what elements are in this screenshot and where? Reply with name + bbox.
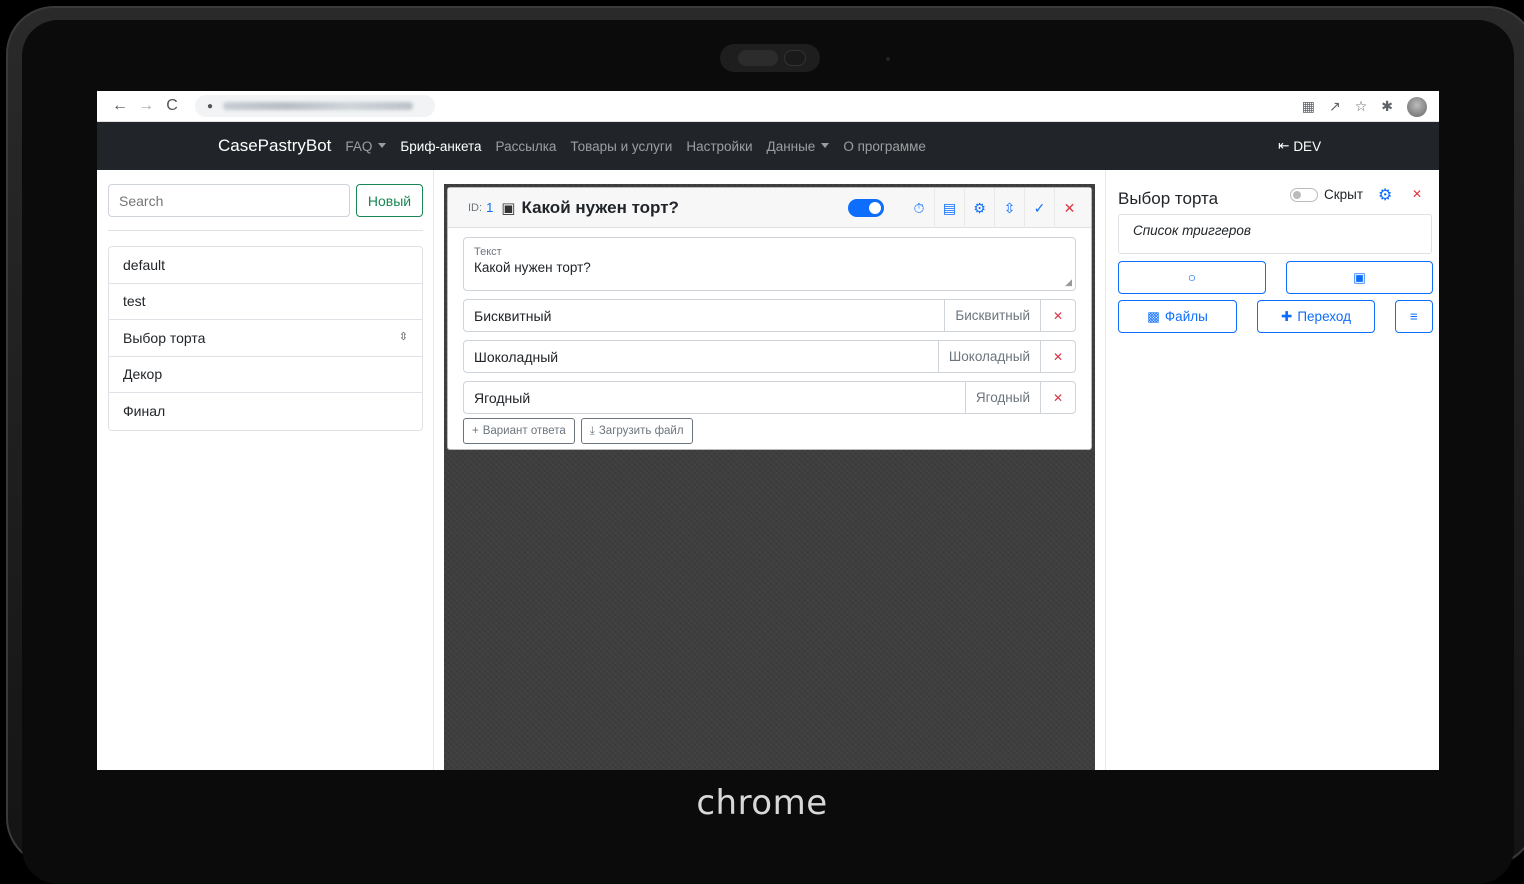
question-type-icon: ▣ [501,199,516,217]
hidden-toggle[interactable] [1290,187,1318,202]
browser-toolbar: ← → C ● ▦ ↗ ☆ ✱ [97,91,1439,122]
answer-input[interactable]: Шоколадный [464,341,938,372]
screen: ← → C ● ▦ ↗ ☆ ✱ CasePastryBot FAQ Бриф-а… [97,91,1439,770]
search-row: Новый [108,184,423,217]
reload-icon[interactable]: C [159,97,185,115]
back-arrow-icon[interactable]: ← [107,97,133,115]
device-brand: chrome [696,783,828,823]
nav-about[interactable]: О программе [843,139,926,154]
gear-icon[interactable]: ⚙ [964,188,994,228]
image-icon: ▩ [1147,308,1160,324]
question-body: Текст Какой нужен торт? ◢ Бисквитный Бис… [448,228,1091,453]
translate-icon[interactable]: ▦ [1302,98,1315,115]
keyboard-icon[interactable]: ▤ [934,188,964,228]
text-value: Какой нужен торт? [474,260,591,275]
answer-row: Шоколадный Шоколадный ✕ [463,340,1076,373]
download-icon: ⤓ [589,424,595,437]
extensions-puzzle-icon[interactable]: ✱ [1381,98,1393,115]
camera-icon [720,44,820,72]
upload-file-button[interactable]: ⤓ Загрузить файл [580,418,693,444]
question-tools: ⏱ ▤ ⚙ ⇳ ✓ ✕ [848,188,1084,228]
answer-tag: Шоколадный [937,341,1040,372]
answer-input[interactable]: Ягодный [464,382,965,413]
close-icon[interactable]: ✕ [1412,187,1422,201]
question-block-icon: ▣ [1353,269,1366,285]
app-navbar: CasePastryBot FAQ Бриф-анкета Рассылка Т… [97,122,1439,170]
delete-answer-icon[interactable]: ✕ [1040,341,1075,372]
add-question-button[interactable]: ▣ [1286,261,1433,294]
card-actions: + Вариант ответа ⤓ Загрузить файл [463,418,1076,444]
answer-input[interactable]: Бисквитный [464,300,944,331]
id-label: ID: [468,201,483,214]
add-answer-button[interactable]: + Вариант ответа [463,418,575,444]
caret-down-icon [378,142,387,148]
nav-mailing[interactable]: Рассылка [496,139,557,154]
plus-icon: + [472,425,479,437]
nav-data[interactable]: Данные [767,139,830,154]
hidden-label: Скрыт [1324,187,1364,202]
search-input[interactable] [108,184,350,217]
close-icon[interactable]: ✕ [1054,188,1084,228]
menu-lines-icon: ≡ [1410,309,1418,324]
question-header: ID: 1 ▣ Какой нужен торт? ⏱ ▤ ⚙ ⇳ ✓ ✕ [448,188,1091,228]
caret-down-icon [821,142,830,148]
lock-icon: ● [207,100,214,112]
sensor-dot [886,57,890,61]
chevron-updown-icon[interactable]: ⇳ [994,188,1024,228]
nav-brief[interactable]: Бриф-анкета [400,139,481,154]
add-message-button[interactable]: ○ [1118,261,1266,294]
share-icon[interactable]: ↗ [1329,98,1341,115]
block-title: Выбор торта [1118,189,1219,208]
new-button[interactable]: Новый [356,184,423,217]
list-item[interactable]: Декор [109,357,422,393]
block-list: default test Выбор торта ⇳ Декор Финал [108,246,423,431]
triggers-list[interactable]: Список триггеров [1118,214,1432,254]
sort-updown-icon[interactable]: ⇳ [399,332,408,343]
list-item[interactable]: default [109,247,422,284]
signpost-icon: ✚ [1281,308,1293,324]
browser-actions: ▦ ↗ ☆ ✱ [1302,91,1427,122]
answer-row: Бисквитный Бисквитный ✕ [463,299,1076,332]
forward-arrow-icon[interactable]: → [133,97,159,115]
nav-products[interactable]: Товары и услуги [570,139,672,154]
nav-settings[interactable]: Настройки [686,139,752,154]
sidebar: Новый default test Выбор торта⇳ Декор Фи… [97,170,434,770]
profile-avatar[interactable] [1407,96,1427,117]
timer-icon[interactable]: ⏱ [904,188,934,228]
gear-icon[interactable]: ⚙ [1378,185,1392,205]
blurred-url [223,102,414,110]
exit-icon: ⇤ [1278,138,1290,153]
delete-answer-icon[interactable]: ✕ [1040,300,1075,331]
resize-handle-icon[interactable]: ◢ [1065,277,1072,288]
app-logo[interactable]: CasePastryBot [218,136,331,156]
question-card: ID: 1 ▣ Какой нужен торт? ⏱ ▤ ⚙ ⇳ ✓ ✕ Те… [447,187,1092,450]
id-value: 1 [486,200,494,215]
list-item[interactable]: Финал [109,393,422,430]
hidden-toggle-wrap: Скрыт [1290,187,1363,202]
enabled-toggle[interactable] [848,199,884,217]
answer-tag: Бисквитный [944,300,1040,331]
divider [108,230,423,231]
list-item[interactable]: test [109,284,422,320]
bookmark-star-icon[interactable]: ☆ [1355,98,1368,115]
address-bar[interactable]: ● [195,95,435,117]
answer-row: Ягодный Ягодный ✕ [463,381,1076,414]
question-text-field[interactable]: Текст Какой нужен торт? ◢ [463,237,1076,291]
question-title: Какой нужен торт? [521,197,679,217]
list-item[interactable]: Выбор торта ⇳ [109,320,422,357]
check-icon[interactable]: ✓ [1024,188,1054,228]
delete-answer-icon[interactable]: ✕ [1040,382,1075,413]
block-panel: Выбор торта Скрыт ⚙ ✕ Список триггеров ○… [1105,170,1439,770]
text-label: Текст [474,246,502,258]
dev-link[interactable]: ⇤ DEV [1278,122,1321,170]
transition-button[interactable]: ✚ Переход [1257,300,1375,333]
files-button[interactable]: ▩ Файлы [1118,300,1237,333]
answer-tag: Ягодный [964,382,1040,413]
menu-button[interactable]: ≡ [1395,300,1433,333]
chat-bubble-icon: ○ [1187,270,1197,285]
nav-faq[interactable]: FAQ [345,139,387,154]
